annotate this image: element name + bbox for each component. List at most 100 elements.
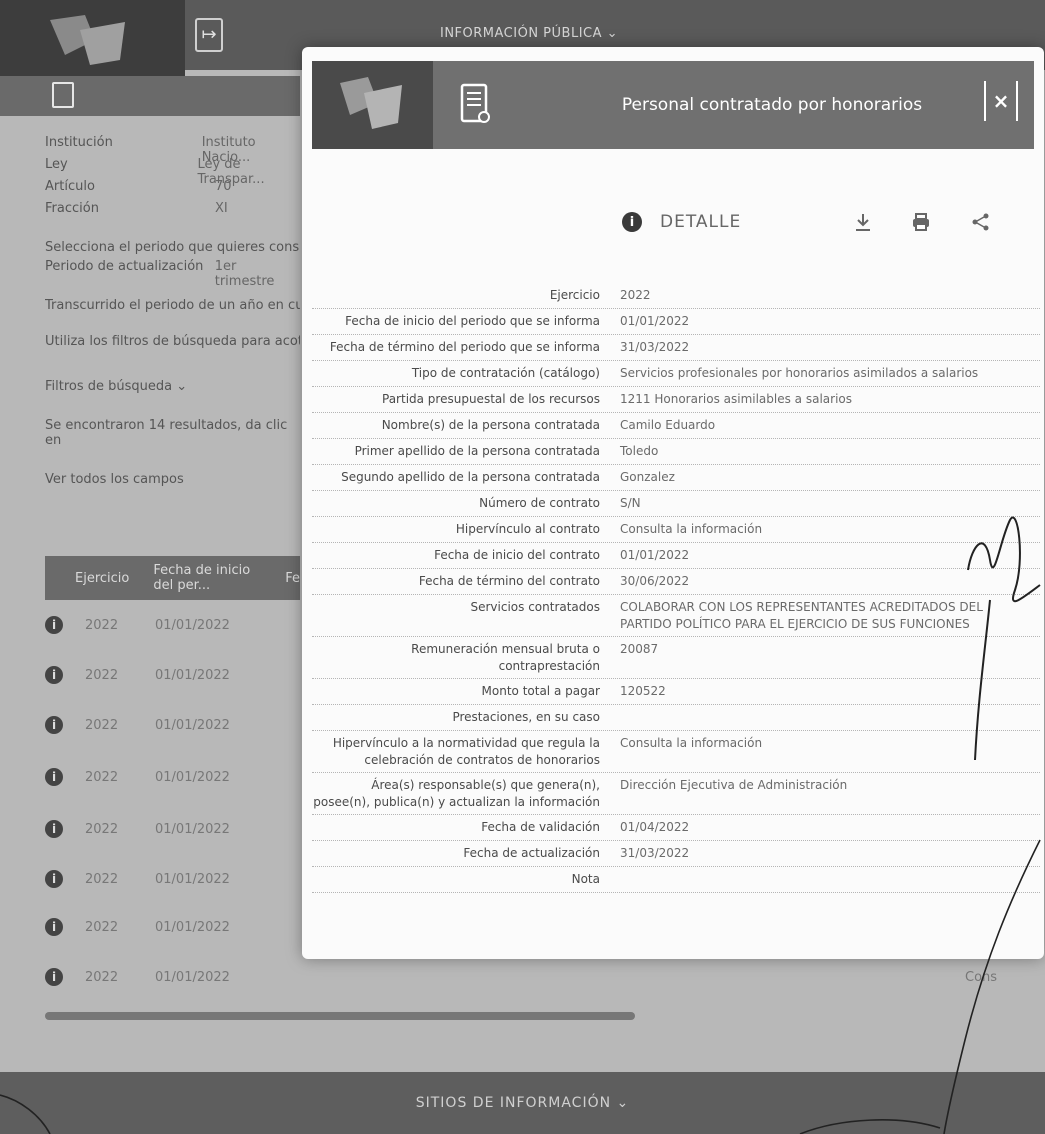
- field-row: Institución Instituto Nacio...: [45, 135, 300, 165]
- detail-row: Ejercicio 2022: [312, 283, 1040, 309]
- public-info-menu[interactable]: INFORMACIÓN PÚBLICA ⌄: [440, 26, 618, 41]
- logo-icon: [340, 77, 402, 129]
- detail-value: 120522: [620, 684, 666, 698]
- detail-value: Dirección Ejecutiva de Administración: [620, 778, 848, 792]
- detail-value: [620, 871, 1030, 889]
- detail-label: Prestaciones, en su caso: [452, 710, 600, 724]
- login-icon[interactable]: ↦: [195, 18, 223, 52]
- detail-value: 20087: [620, 642, 659, 656]
- info-note: Transcurrido el periodo de un año en cur…: [45, 298, 300, 313]
- detail-row: Monto total a pagar 120522: [312, 679, 1040, 705]
- detail-value: 1211 Honorarios asimilables a salarios: [620, 392, 853, 406]
- detail-label: Hipervínculo a la normatividad que regul…: [332, 736, 600, 767]
- detail-table: Ejercicio 2022 Fecha de inicio del period…: [312, 283, 1040, 893]
- detail-label: Nota: [571, 872, 600, 886]
- info-icon[interactable]: i: [45, 820, 63, 838]
- detail-row: Primer apellido de la persona contratada…: [312, 439, 1040, 465]
- column-header[interactable]: Fe: [285, 571, 300, 586]
- detail-value: Toledo: [620, 444, 659, 458]
- cell-year: 2022: [85, 821, 119, 837]
- cell-date: 01/01/2022: [155, 821, 230, 837]
- field-value: Instituto Nacio...: [201, 135, 256, 165]
- detail-toolbar: i DETALLE: [622, 207, 1022, 237]
- site-logo[interactable]: [0, 0, 185, 76]
- info-icon[interactable]: i: [45, 716, 63, 734]
- detail-row: Segundo apellido de la persona contratad…: [312, 465, 1040, 491]
- horizontal-scrollbar[interactable]: [45, 1012, 635, 1020]
- detail-row: Tipo de contratación (catálogo) Servicios…: [312, 361, 1040, 387]
- field-label: Institución: [45, 135, 113, 150]
- search-filters-toggle[interactable]: Filtros de búsqueda ⌄: [45, 379, 300, 394]
- table-row[interactable]: i 2022 01/01/2022 Cons: [45, 952, 1035, 1002]
- detail-value: 01/04/2022: [620, 820, 690, 834]
- cell-date: 01/01/2022: [155, 769, 230, 785]
- field-label: Artículo: [45, 179, 95, 194]
- detail-row: Nombre(s) de la persona contratada Camilo…: [312, 413, 1040, 439]
- field-value: 70: [215, 179, 232, 194]
- detail-label: Servicios contratados: [470, 600, 600, 614]
- info-icon[interactable]: i: [45, 918, 63, 936]
- detail-label: Fecha de actualización: [463, 846, 600, 860]
- detail-label: Remuneración mensual bruta o contraprest…: [411, 642, 600, 673]
- detail-value: 30/06/2022: [620, 574, 690, 588]
- results-count: Se encontraron 14 resultados, da clic en: [45, 418, 288, 448]
- period-prompt: Selecciona el periodo que quieres consul…: [45, 240, 300, 255]
- cell-year: 2022: [85, 667, 119, 683]
- print-icon[interactable]: [908, 209, 934, 235]
- detail-value: 01/01/2022: [620, 314, 690, 328]
- column-header[interactable]: Ejercicio: [75, 571, 129, 586]
- close-icon: ×: [992, 89, 1010, 113]
- detail-label: Segundo apellido de la persona contratad…: [341, 470, 600, 484]
- detail-label: Ejercicio: [549, 288, 600, 302]
- info-sites-menu[interactable]: SITIOS DE INFORMACIÓN ⌄: [0, 1072, 1045, 1134]
- cell-link[interactable]: Cons: [965, 970, 997, 985]
- period-label: Periodo de actualización: [45, 259, 204, 274]
- detail-value: COLABORAR CON LOS REPRESENTANTES ACREDIT…: [620, 600, 983, 631]
- detail-label: Nombre(s) de la persona contratada: [381, 418, 600, 432]
- detail-value: Gonzalez: [620, 470, 675, 484]
- share-icon[interactable]: [968, 209, 994, 235]
- detail-label: Partida presupuestal de los recursos: [382, 392, 600, 406]
- regulation-link[interactable]: Consulta la información: [620, 735, 1030, 769]
- detail-label: Fecha de inicio del contrato: [434, 548, 600, 562]
- field-row: Ley Ley de Transpar...: [45, 157, 300, 187]
- info-note: Utiliza los filtros de búsqueda para aco…: [45, 334, 300, 349]
- detail-row: Fecha de inicio del periodo que se infor…: [312, 309, 1040, 335]
- document-icon: [52, 82, 74, 108]
- info-icon[interactable]: i: [45, 870, 63, 888]
- period-select[interactable]: 1er trimestre: [215, 259, 300, 289]
- cell-year: 2022: [85, 919, 119, 935]
- detail-label: Fecha de término del periodo que se info…: [329, 340, 600, 354]
- detail-label: Hipervínculo al contrato: [455, 522, 600, 536]
- detail-row: Fecha de validación 01/04/2022: [312, 815, 1040, 841]
- column-header[interactable]: Fecha de inicio del per...: [153, 563, 261, 593]
- detail-modal: Personal contratado por honorarios × i D…: [302, 47, 1044, 959]
- document-user-icon: [460, 83, 490, 123]
- detail-value: 2022: [620, 288, 651, 302]
- detail-label: Número de contrato: [479, 496, 600, 510]
- download-icon[interactable]: [850, 209, 876, 235]
- detail-row: Fecha de actualización 31/03/2022: [312, 841, 1040, 867]
- detail-row: Hipervínculo al contrato Consulta la info…: [312, 517, 1040, 543]
- info-icon[interactable]: i: [45, 968, 63, 986]
- detail-label: Área(s) responsable(s) que genera(n), po…: [313, 778, 600, 809]
- detail-row: Nota: [312, 867, 1040, 893]
- detail-value: Servicios profesionales por honorarios a…: [620, 366, 979, 380]
- detail-heading: DETALLE: [660, 212, 742, 232]
- info-icon[interactable]: i: [45, 616, 63, 634]
- close-button[interactable]: ×: [984, 81, 1018, 121]
- info-icon[interactable]: i: [45, 768, 63, 786]
- logo-icon: [50, 15, 125, 65]
- contract-link[interactable]: Consulta la información: [620, 521, 1030, 539]
- detail-value: 01/01/2022: [620, 548, 690, 562]
- detail-row: Hipervínculo a la normatividad que regul…: [312, 731, 1040, 773]
- view-all-fields-link[interactable]: Ver todos los campos: [45, 472, 300, 487]
- detail-value: Camilo Eduardo: [620, 418, 716, 432]
- results-table-header: Ejercicio Fecha de inicio del per... Fe: [45, 556, 300, 600]
- field-label: Ley: [45, 157, 68, 172]
- cell-date: 01/01/2022: [155, 969, 230, 985]
- info-icon[interactable]: i: [45, 666, 63, 684]
- cell-date: 01/01/2022: [155, 617, 230, 633]
- detail-row: Servicios contratados COLABORAR CON LOS R…: [312, 595, 1040, 637]
- detail-row: Número de contrato S/N: [312, 491, 1040, 517]
